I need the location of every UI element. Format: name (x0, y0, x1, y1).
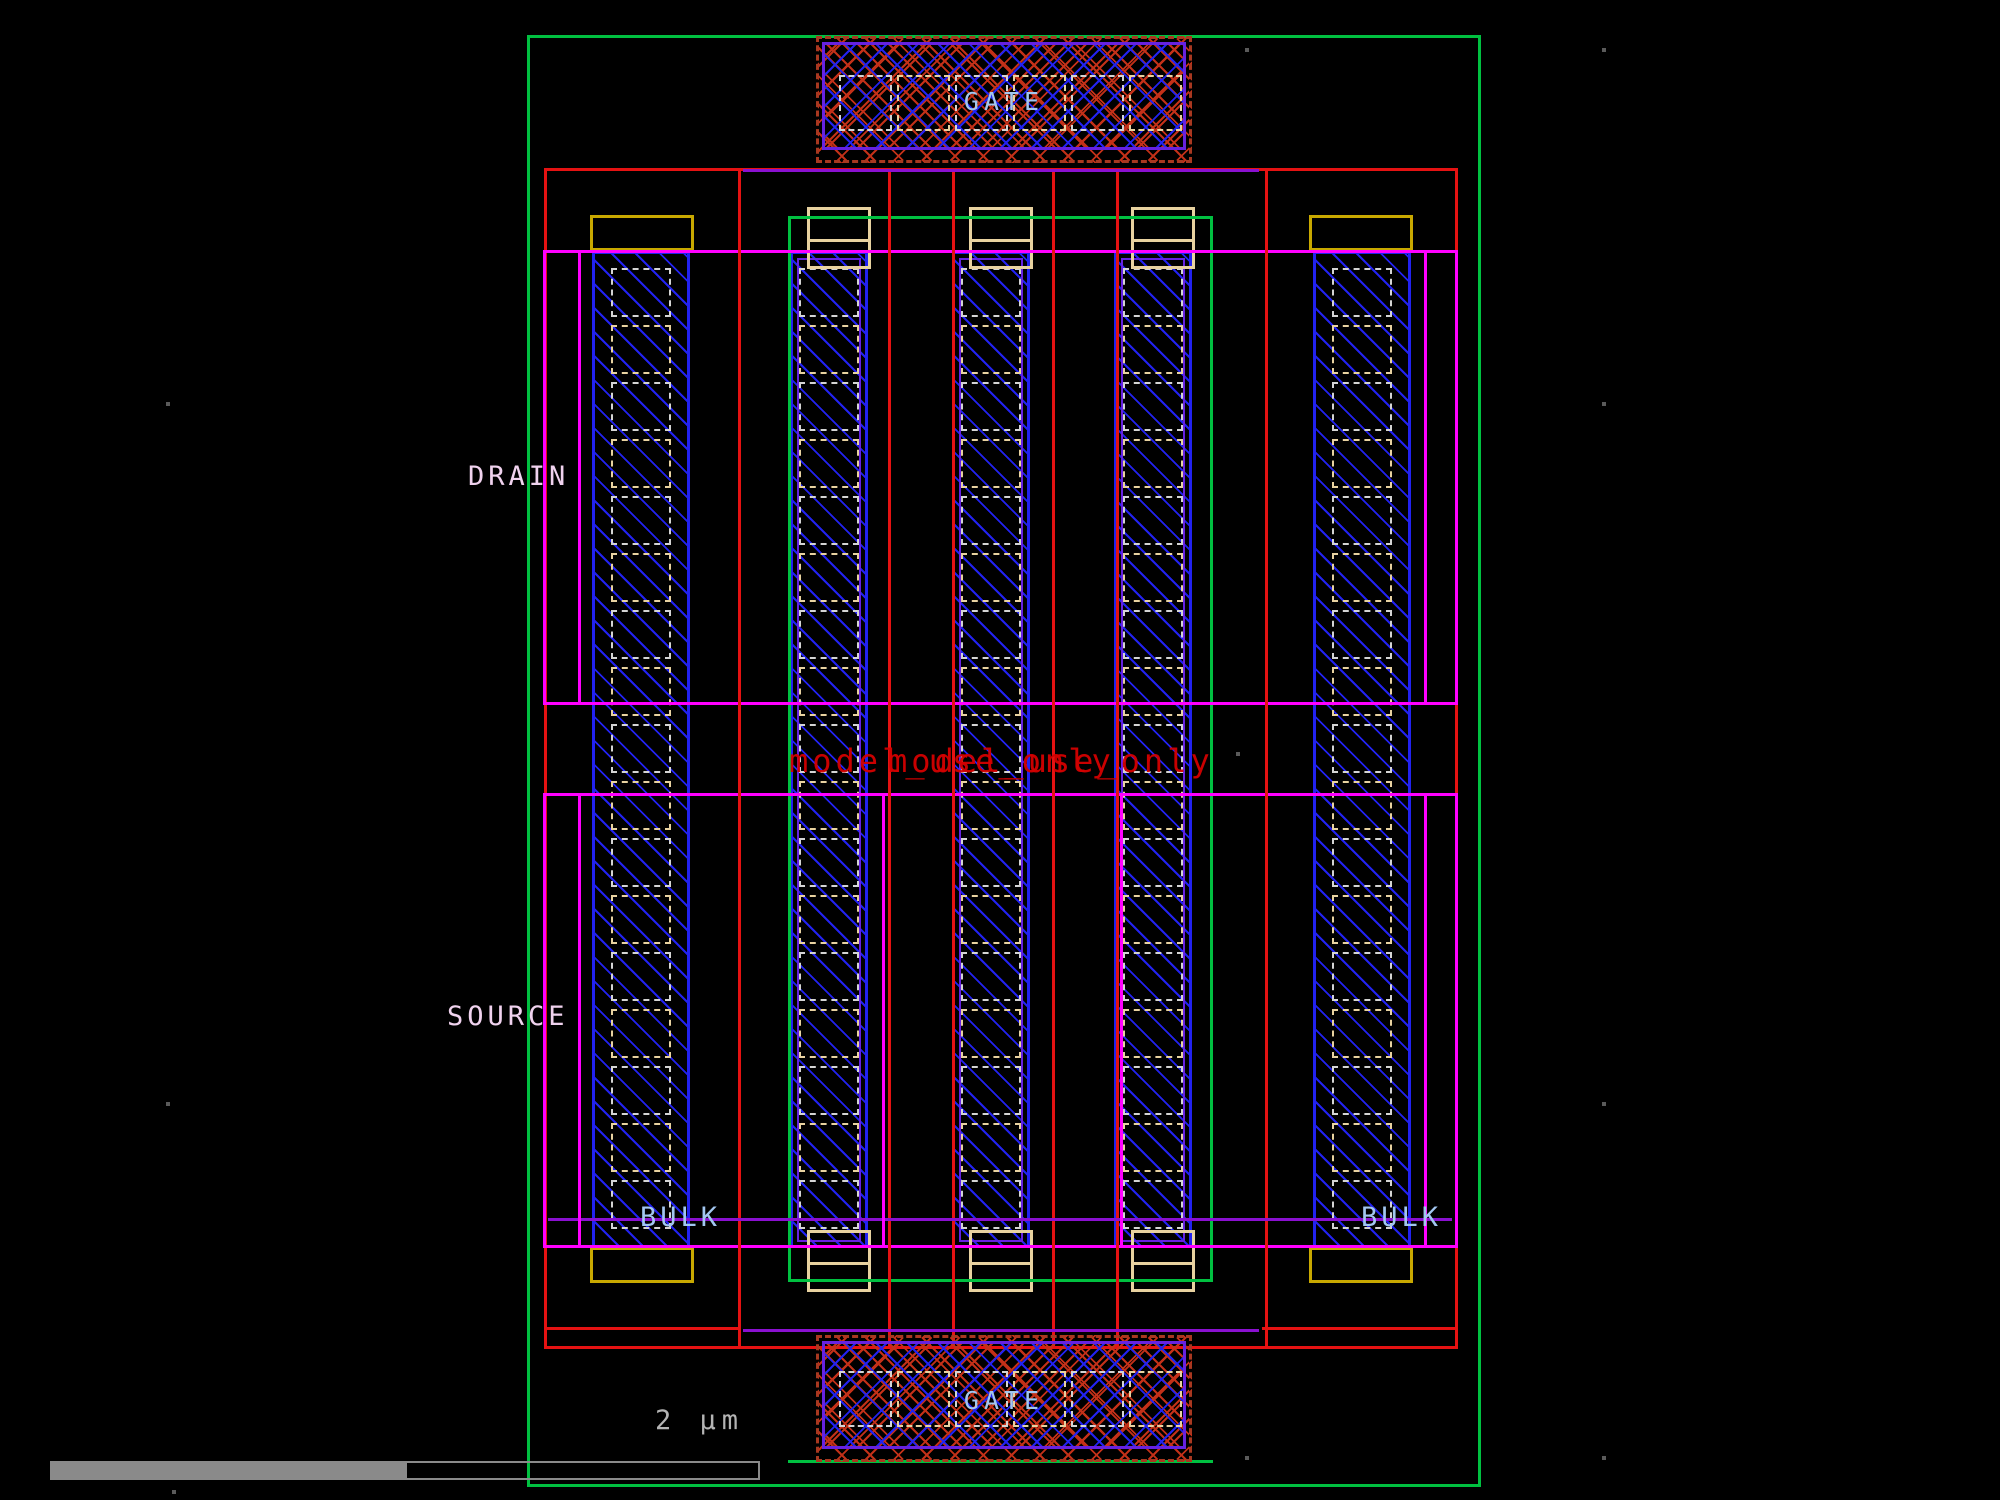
grid-dot (172, 1490, 176, 1494)
bulk-label-left: BULK (640, 1202, 722, 1233)
grid-dot (1602, 402, 1606, 406)
source-metal-inner-edge (1120, 796, 1123, 1245)
red-horizontal-segment (544, 1327, 741, 1330)
grid-dot (1602, 48, 1606, 52)
source-label: SOURCE (447, 1001, 569, 1032)
red-vertical-line (1265, 168, 1268, 1349)
drain-metal-rect (543, 250, 1458, 705)
red-horizontal-segment (1262, 1327, 1458, 1330)
grid-dot (166, 402, 170, 406)
grid-dot (1602, 1102, 1606, 1106)
layout-canvas[interactable]: GATE GATE DRAIN SOURCE BULK BULK model_u… (0, 0, 2000, 1500)
source-metal-inner-edge (882, 796, 885, 1245)
bulk-label-right: BULK (1361, 1202, 1443, 1233)
gate-pad-top: GATE (816, 36, 1192, 163)
source-metal-inner-edge (578, 796, 581, 1245)
purple-horizontal-line (743, 169, 1259, 172)
purple-horizontal-line (743, 1329, 1259, 1332)
grid-dot (166, 1102, 170, 1106)
source-metal-rect (543, 793, 1458, 1248)
scalebar-empty-segment (405, 1461, 760, 1480)
source-metal-inner-edge (1424, 796, 1427, 1245)
scalebar-filled-segment (50, 1461, 405, 1480)
grid-dot (1602, 1456, 1606, 1460)
red-vertical-line (738, 168, 741, 1349)
gate-pad-bottom: GATE (816, 1335, 1192, 1462)
drain-label: DRAIN (468, 461, 570, 492)
drain-metal-inner-edge (578, 253, 581, 702)
gate-label-bottom: GATE (963, 1386, 1045, 1415)
watermark-text-2: model_use_only (888, 742, 1214, 780)
gate-label-top: GATE (963, 87, 1045, 116)
scalebar-label: 2 µm (655, 1405, 745, 1436)
drain-metal-inner-edge (1424, 253, 1427, 702)
